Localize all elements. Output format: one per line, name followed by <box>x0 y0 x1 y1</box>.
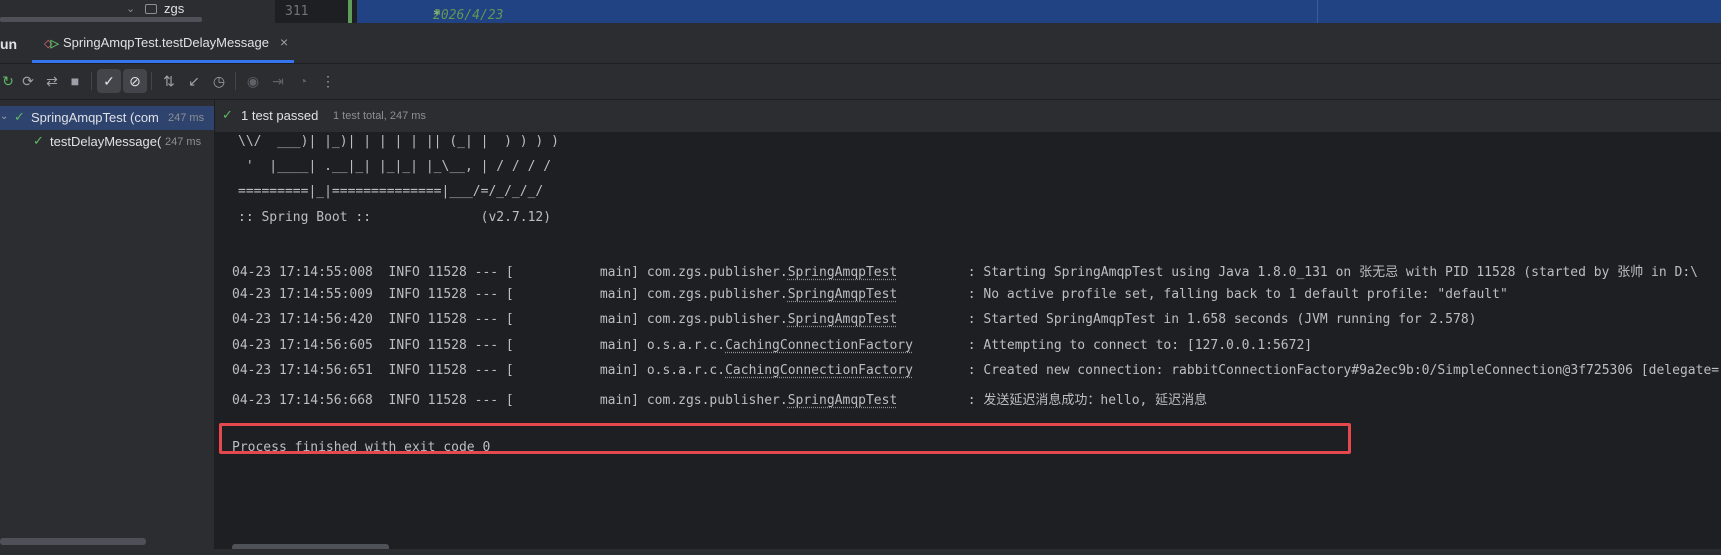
chevron-down-icon[interactable]: ⌄ <box>126 2 135 15</box>
collapse-icon[interactable]: ↙ <box>182 69 206 93</box>
log-message: : 发送延迟消息成功：hello, 延迟消息 <box>967 393 1208 408</box>
tree-row-test-class[interactable]: ⌄ ✓ SpringAmqpTest (com 247 ms <box>0 106 214 130</box>
log-prefix: 04-23 17:14:55:009 INFO 11528 --- [ main… <box>232 287 788 302</box>
banner-line: =========|_|==============|___/=/_/_/_/ <box>238 184 544 199</box>
tab-label: SpringAmqpTest.testDelayMessage <box>63 35 269 50</box>
vcs-change-marker <box>348 0 352 23</box>
tree-row-test-method[interactable]: ✓ testDelayMessage( 247 ms <box>0 130 214 154</box>
import-icon[interactable]: ⇥ <box>266 69 290 93</box>
log-padding <box>913 363 968 378</box>
passed-icon: ✓ <box>222 107 233 122</box>
passed-icon: ✓ <box>33 133 44 148</box>
coverage-icon[interactable]: ◔ <box>291 69 315 93</box>
log-padding <box>897 312 967 327</box>
log-padding <box>897 393 967 408</box>
run-toolbar: ↻ ⟳ ⇄ ■ ✓ ⊘ ⇅ ↙ ◷ ◉ ⇥ ◔ ⋮ <box>0 64 1721 100</box>
tests-total-text: 1 test total, 247 ms <box>333 110 426 122</box>
test-method-label: testDelayMessage( <box>50 134 162 149</box>
log-line: 04-23 17:14:56:651 INFO 11528 --- [ main… <box>232 363 1719 378</box>
line-number: 311 <box>285 4 309 19</box>
log-padding <box>913 338 968 353</box>
package-icon <box>145 4 157 14</box>
stop-icon[interactable]: ■ <box>63 69 87 93</box>
tree-item-zgs[interactable]: zgs <box>164 1 184 16</box>
status-strip <box>0 549 1721 555</box>
test-config-icon: ◇▷ <box>44 38 59 50</box>
logger-class-link[interactable]: CachingConnectionFactory <box>725 363 913 378</box>
test-duration: 247 ms <box>168 112 205 124</box>
more-icon[interactable]: ⋮ <box>316 69 340 93</box>
screenshot-icon[interactable]: ◉ <box>241 69 265 93</box>
tests-passed-text: 1 test passed <box>241 108 319 123</box>
show-ignored-icon[interactable]: ⊘ <box>123 69 147 93</box>
show-passed-icon[interactable]: ✓ <box>97 69 121 93</box>
log-prefix: 04-23 17:14:56:651 INFO 11528 --- [ main… <box>232 363 726 378</box>
log-line: 04-23 17:14:56:605 INFO 11528 --- [ main… <box>232 338 1312 353</box>
editor-split-pane <box>1317 0 1721 23</box>
log-message: : Starting SpringAmqpTest using Java 1.8… <box>967 265 1699 280</box>
log-prefix: 04-23 17:14:55:008 INFO 11528 --- [ main… <box>232 265 788 280</box>
log-line: 04-23 17:14:56:668 INFO 11528 --- [ main… <box>232 389 1207 408</box>
log-padding <box>897 265 967 280</box>
exit-message: Process finished with exit code 0 <box>232 440 491 455</box>
banner-line: \\/ ___)| |_)| | | | | || (_| | ) ) ) ) <box>238 134 559 149</box>
logger-class-link[interactable]: CachingConnectionFactory <box>725 338 913 353</box>
history-icon[interactable]: ◷ <box>207 69 231 93</box>
run-tool-window-header: un ◇▷ SpringAmqpTest.testDelayMessage × <box>0 23 1721 64</box>
log-line: 04-23 17:14:56:420 INFO 11528 --- [ main… <box>232 312 1476 327</box>
banner-line: ' |____| .__|_| |_|_| |_\__, | / / / / <box>238 159 552 174</box>
passed-icon: ✓ <box>14 109 25 124</box>
logger-class-link[interactable]: SpringAmqpTest <box>788 312 898 327</box>
close-icon[interactable]: × <box>280 34 288 50</box>
tab-run-configuration[interactable]: ◇▷ SpringAmqpTest.testDelayMessage × <box>32 23 294 63</box>
log-message: : Created new connection: rabbitConnecti… <box>967 363 1720 378</box>
editor-strip: ⌄ zgs 311 * @date: 2026/4/23 16:43 <box>0 0 1721 38</box>
test-class-label: SpringAmqpTest (com <box>31 110 159 125</box>
log-padding <box>897 287 967 302</box>
horizontal-scrollbar[interactable] <box>0 17 202 22</box>
toggle-auto-test-icon[interactable]: ⇄ <box>40 69 64 93</box>
test-status-bar: ✓ 1 test passed 1 test total, 247 ms <box>215 100 1721 133</box>
log-message: : Attempting to connect to: [127.0.0.1:5… <box>967 338 1313 353</box>
tool-window-title: un <box>0 36 18 52</box>
console-output[interactable]: \\/ ___)| |_)| | | | | || (_| | ) ) ) ) … <box>215 133 1721 555</box>
sort-icon[interactable]: ⇅ <box>157 69 181 93</box>
log-prefix: 04-23 17:14:56:668 INFO 11528 --- [ main… <box>232 393 788 408</box>
log-line: 04-23 17:14:55:008 INFO 11528 --- [ main… <box>232 261 1698 280</box>
rerun-failed-icon[interactable]: ⟳ <box>16 69 40 93</box>
log-prefix: 04-23 17:14:56:420 INFO 11528 --- [ main… <box>232 312 788 327</box>
toolbar-separator <box>235 72 236 90</box>
code-line[interactable]: * @date: 2026/4/23 16:43 <box>357 0 1317 38</box>
line-gutter: 311 <box>275 0 352 23</box>
toolbar-separator <box>91 72 92 90</box>
logger-class-link[interactable]: SpringAmqpTest <box>788 287 898 302</box>
project-tree-strip: ⌄ zgs <box>0 0 275 23</box>
horizontal-scrollbar[interactable] <box>0 538 146 545</box>
log-prefix: 04-23 17:14:56:605 INFO 11528 --- [ main… <box>232 338 726 353</box>
log-line: 04-23 17:14:55:009 INFO 11528 --- [ main… <box>232 287 1508 302</box>
logger-class-link[interactable]: SpringAmqpTest <box>788 265 898 280</box>
chevron-down-icon[interactable]: ⌄ <box>0 111 8 122</box>
log-message: : No active profile set, falling back to… <box>967 287 1508 302</box>
toolbar-separator <box>151 72 152 90</box>
active-tab-indicator <box>32 60 294 63</box>
log-message: : Started SpringAmqpTest in 1.658 second… <box>967 312 1477 327</box>
logger-class-link[interactable]: SpringAmqpTest <box>788 393 898 408</box>
test-duration: 247 ms <box>165 136 202 148</box>
test-results-tree: ⌄ ✓ SpringAmqpTest (com 247 ms ✓ testDel… <box>0 100 215 555</box>
banner-line: :: Spring Boot :: (v2.7.12) <box>238 210 552 225</box>
